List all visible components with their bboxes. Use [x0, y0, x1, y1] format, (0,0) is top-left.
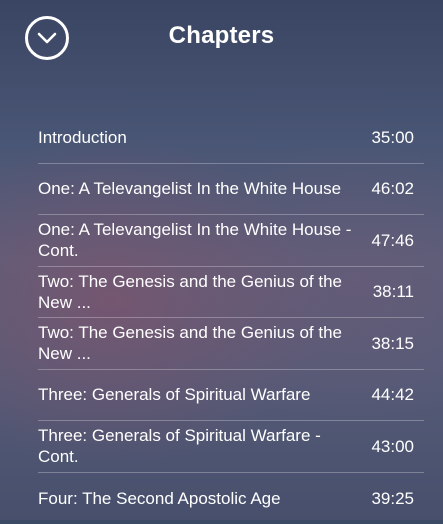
chapter-title: One: A Televangelist In the White House … — [38, 219, 353, 261]
chapter-duration: 39:25 — [371, 488, 424, 509]
chapter-duration: 38:11 — [373, 281, 424, 302]
page-title: Chapters — [0, 22, 443, 50]
chapter-title: Three: Generals of Spiritual Warfare - C… — [38, 425, 353, 467]
chapter-title: Two: The Genesis and the Genius of the N… — [38, 322, 353, 364]
chapter-title: Introduction — [38, 127, 127, 148]
chapter-duration: 47:46 — [371, 230, 424, 251]
header: Chapters — [0, 0, 443, 78]
chapter-duration: 46:02 — [371, 178, 424, 199]
chapter-list: Introduction 35:00 One: A Televangelist … — [38, 112, 424, 524]
chapter-title: Two: The Genesis and the Genius of the N… — [38, 271, 353, 313]
chapter-title: One: A Televangelist In the White House — [38, 178, 341, 199]
chapter-duration: 35:00 — [371, 127, 424, 148]
chapter-row[interactable]: One: A Televangelist In the White House … — [38, 164, 424, 216]
chapter-row[interactable]: Four: The Second Apostolic Age 39:25 — [38, 473, 424, 524]
chapter-row[interactable]: Three: Generals of Spiritual Warfare - C… — [38, 421, 424, 473]
chapter-row[interactable]: One: A Televangelist In the White House … — [38, 215, 424, 267]
chapter-title: Three: Generals of Spiritual Warfare — [38, 384, 310, 405]
chapter-title: Four: The Second Apostolic Age — [38, 488, 281, 509]
chapter-row[interactable]: Three: Generals of Spiritual Warfare 44:… — [38, 370, 424, 422]
chapter-duration: 43:00 — [371, 436, 424, 457]
chapter-row[interactable]: Two: The Genesis and the Genius of the N… — [38, 318, 424, 370]
chapter-row[interactable]: Two: The Genesis and the Genius of the N… — [38, 267, 424, 319]
chapter-duration: 38:15 — [371, 333, 424, 354]
chapter-duration: 44:42 — [371, 384, 424, 405]
chapter-row[interactable]: Introduction 35:00 — [38, 112, 424, 164]
